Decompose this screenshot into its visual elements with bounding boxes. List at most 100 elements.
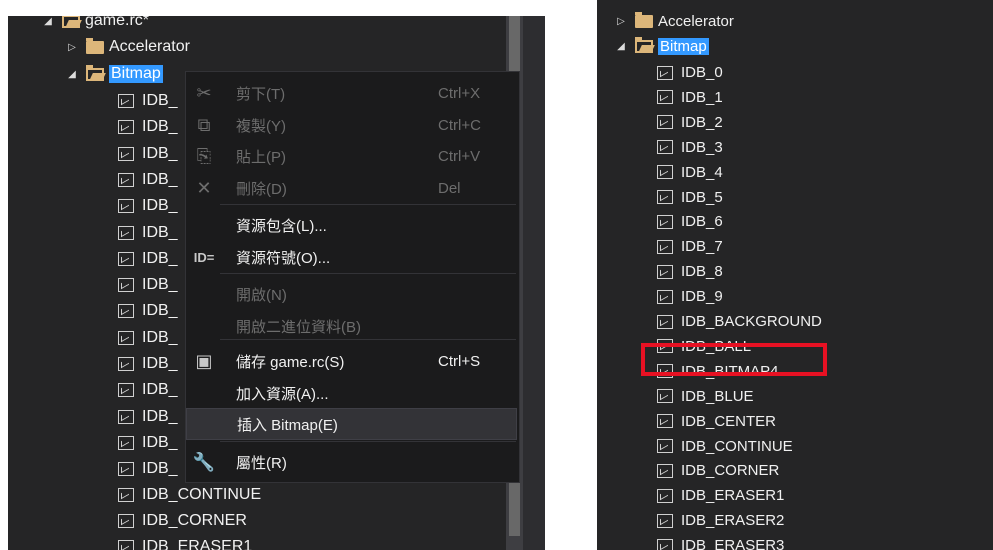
tree-item[interactable]: IDB_ [118,298,178,324]
tree-item[interactable]: IDB_CORNER [657,458,779,483]
bitmap-icon [657,90,673,105]
tree-item[interactable]: IDB_1 [657,85,723,110]
tree-item[interactable]: IDB_3 [657,135,723,160]
menu-item-label: 資源符號(O)... [236,249,331,267]
tree-item[interactable]: IDB_CORNER [118,508,247,534]
tree-item[interactable]: IDB_ [118,325,178,351]
menu-item[interactable]: 🔧 屬性(R) [186,446,517,478]
tree-folder-bitmap[interactable]: ◢ Bitmap [66,61,163,87]
tree-item[interactable]: IDB_ERASER1 [118,534,252,550]
expanded-triangle-icon[interactable]: ◢ [615,41,627,52]
tree-item[interactable]: IDB_ERASER2 [657,508,784,533]
menu-item[interactable]: 開啟二進位資料(B) [186,310,517,342]
tree-item-label: IDB_ [142,276,178,294]
tree-item[interactable]: IDB_BACKGROUND [657,309,822,334]
tree-item-label: IDB_ [142,460,178,478]
tree-item-label: IDB_8 [681,263,723,281]
tree-item[interactable]: IDB_8 [657,259,723,284]
bitmap-icon [657,314,673,329]
panel-edge [523,16,545,550]
tree-item-label: IDB_6 [681,213,723,231]
tree-item[interactable]: IDB_ [118,220,178,246]
tree-item[interactable]: IDB_0 [657,60,723,85]
tree-item-label: IDB_CONTINUE [681,437,793,455]
bitmap-icon [657,414,673,429]
bitmap-icon [118,514,134,528]
menu-separator [220,204,516,205]
folder-open-icon [62,16,80,28]
tree-item[interactable]: IDB_ [118,377,178,403]
menu-separator [220,273,516,274]
tree-root-game-rc[interactable]: ◢ game.rc* [42,16,149,34]
bitmap-icon [118,146,134,161]
tree-item[interactable]: IDB_ [118,167,178,193]
tree-item[interactable]: IDB_ [118,456,178,482]
menu-item-label: 剪下(T) [236,85,286,103]
tree-item[interactable]: IDB_9 [657,284,723,309]
tree-item[interactable]: IDB_7 [657,234,723,259]
tree-item[interactable]: IDB_5 [657,185,723,210]
menu-item[interactable]: ID= 資源符號(O)... [186,241,517,273]
menu-item[interactable]: ▣ 儲存 game.rc(S) Ctrl+S [186,345,517,377]
menu-item[interactable]: 資源包含(L)... [186,209,517,241]
menu-item[interactable]: 加入資源(A)... [186,377,517,409]
menu-item[interactable]: ✂ 剪下(T) Ctrl+X [186,77,517,109]
tree-item[interactable]: IDB_ [118,141,178,167]
tree-item[interactable]: IDB_ [118,114,178,140]
save-icon: ▣ [195,350,213,371]
collapsed-triangle-icon[interactable]: ▷ [615,16,627,27]
tree-item[interactable]: IDB_CONTINUE [118,482,261,508]
tree-item-label: IDB_ERASER3 [681,537,785,550]
tree-item-label: IDB_BACKGROUND [681,313,822,330]
bitmap-icon [118,488,134,502]
tree-item-label: IDB_9 [681,288,723,306]
tree-item[interactable]: IDB_ERASER1 [657,483,784,508]
tree-item[interactable]: IDB_BLUE [657,384,754,409]
tree-item-label: IDB_ [142,355,178,372]
tree-item[interactable]: IDB_ [118,404,178,430]
menu-item[interactable]: 插入 Bitmap(E) [186,408,517,440]
bitmap-icon [118,278,134,293]
tree-item[interactable]: IDB_2 [657,110,723,135]
tree-item-label: IDB_4 [681,163,723,181]
tree-item[interactable]: IDB_ [118,193,178,219]
tree-item[interactable]: IDB_ [118,88,178,114]
bitmap-icon [657,115,673,130]
expanded-triangle-icon[interactable]: ◢ [42,16,54,27]
expanded-triangle-icon[interactable]: ◢ [66,69,78,80]
menu-item[interactable]: ⧉ 複製(Y) Ctrl+C [186,109,517,141]
menu-item[interactable]: 開啟(N) [186,278,517,310]
menu-item-label: 開啟二進位資料(B) [236,318,361,336]
tree-item[interactable]: IDB_ [118,351,178,377]
tree-item-label: IDB_7 [681,238,723,256]
tree-folder-accelerator[interactable]: ▷ Accelerator [615,9,734,34]
tree-folder-label-selected: Bitmap [109,65,163,83]
tree-item[interactable]: IDB_CENTER [657,409,776,434]
paste-icon: ⎘ [196,145,212,166]
tree-item-label: IDB_3 [681,138,723,156]
tree-item[interactable]: IDB_ [118,430,178,456]
tree-item[interactable]: IDB_6 [657,209,723,234]
bitmap-icon [118,540,134,550]
bitmap-icon [118,120,134,135]
menu-item-label: 開啟(N) [236,286,287,304]
tree-folder-accelerator[interactable]: ▷ Accelerator [66,34,190,60]
tree-item[interactable]: IDB_4 [657,160,723,185]
tree-item[interactable]: IDB_ [118,246,178,272]
tree-item-label: IDB_0 [681,64,723,81]
menu-separator [220,339,516,340]
bitmap-icon [657,488,673,503]
collapsed-triangle-icon[interactable]: ▷ [66,42,78,53]
tree-item-label: IDB_ [142,118,178,136]
menu-item[interactable]: ⎘ 貼上(P) Ctrl+V [186,140,517,172]
tree-item[interactable]: IDB_ [118,272,178,298]
wrench-icon: 🔧 [192,451,216,472]
tree-folder-bitmap[interactable]: ◢ Bitmap [615,34,709,59]
tree-item[interactable]: IDB_CONTINUE [657,434,793,459]
tree-item[interactable]: IDB_ERASER3 [657,533,784,550]
menu-item-label: 複製(Y) [236,117,286,135]
delete-icon: ✕ [196,177,212,198]
menu-item[interactable]: ✕ 刪除(D) Del [186,172,517,204]
bitmap-icon [657,463,673,478]
tree-item-label: IDB_CORNER [681,462,780,480]
